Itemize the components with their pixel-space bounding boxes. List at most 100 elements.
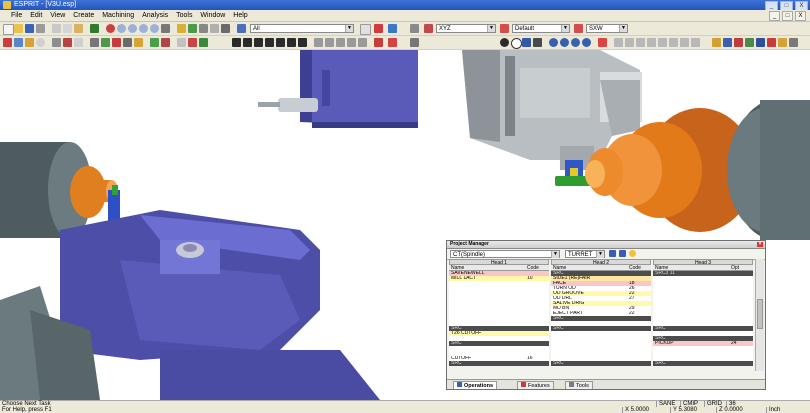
- view-custom-icon[interactable]: [598, 38, 607, 47]
- view-iso-icon[interactable]: [533, 38, 542, 47]
- filter-dimension-icon[interactable]: [691, 38, 700, 47]
- milling-icon[interactable]: [101, 38, 110, 47]
- zoom-window-icon[interactable]: [106, 24, 115, 33]
- step-back-icon[interactable]: [243, 38, 252, 47]
- menu-tools[interactable]: Tools: [173, 10, 195, 21]
- view-combo[interactable]: SXW ▼: [586, 24, 628, 33]
- layer-visibility-icon[interactable]: [388, 24, 397, 33]
- zoom-fit-icon[interactable]: [139, 24, 148, 33]
- open-folder-icon[interactable]: [14, 24, 23, 33]
- shade-mode-icon[interactable]: [410, 38, 419, 47]
- zoom-out-icon[interactable]: [128, 24, 137, 33]
- operation-name-cell[interactable]: SRC: [653, 361, 729, 366]
- doc-close-button[interactable]: X: [795, 11, 806, 21]
- print-icon[interactable]: [36, 24, 45, 33]
- operation-name-cell[interactable]: SRC: [551, 361, 627, 366]
- copy-icon[interactable]: [63, 24, 72, 33]
- properties-icon[interactable]: [734, 38, 743, 47]
- view-side-icon[interactable]: [522, 38, 531, 47]
- tab-operations[interactable]: Operations: [453, 381, 498, 389]
- view-bottom-icon[interactable]: [560, 38, 569, 47]
- menu-file[interactable]: File: [8, 10, 25, 21]
- fixture-icon[interactable]: [778, 38, 787, 47]
- menu-view[interactable]: View: [47, 10, 68, 21]
- tab-features[interactable]: Features: [517, 381, 554, 389]
- line-icon[interactable]: [14, 38, 23, 47]
- chevron-down-icon[interactable]: ▼: [551, 251, 559, 258]
- menu-create[interactable]: Create: [70, 10, 97, 21]
- stock-icon[interactable]: [756, 38, 765, 47]
- chevron-down-icon[interactable]: ▼: [619, 25, 627, 32]
- shade-icon[interactable]: [177, 24, 186, 33]
- filter-feature-icon[interactable]: [658, 38, 667, 47]
- pocket-icon[interactable]: [63, 38, 72, 47]
- menu-analysis[interactable]: Analysis: [139, 10, 171, 21]
- setup-icon[interactable]: [199, 38, 208, 47]
- pause-icon[interactable]: [254, 38, 263, 47]
- operation-name-cell[interactable]: SRC: [449, 361, 525, 366]
- chevron-down-icon[interactable]: ▼: [345, 25, 353, 32]
- sim-stock-icon[interactable]: [347, 38, 356, 47]
- circle-icon[interactable]: [36, 38, 45, 47]
- arc-icon[interactable]: [25, 38, 34, 47]
- spindle-combo[interactable]: CT(Spindle) ▼: [450, 250, 560, 258]
- view-back-icon[interactable]: [549, 38, 558, 47]
- scrollbar[interactable]: [755, 259, 764, 371]
- operation-icon[interactable]: [712, 38, 721, 47]
- filter-arc-icon[interactable]: [636, 38, 645, 47]
- part-icon[interactable]: [767, 38, 776, 47]
- warning-icon[interactable]: [629, 250, 636, 257]
- sim-tool-icon[interactable]: [336, 38, 345, 47]
- point-icon[interactable]: [3, 38, 12, 47]
- pan-icon[interactable]: [161, 24, 170, 33]
- menu-window[interactable]: Window: [197, 10, 228, 21]
- chevron-down-icon[interactable]: ▼: [561, 25, 569, 32]
- view-front-icon[interactable]: [511, 38, 522, 49]
- chevron-down-icon[interactable]: ▼: [487, 25, 495, 32]
- view-icon[interactable]: [574, 24, 583, 33]
- view-top-icon[interactable]: [500, 38, 509, 47]
- stop-icon[interactable]: [298, 38, 307, 47]
- sim-options-icon[interactable]: [325, 38, 334, 47]
- macro-icon[interactable]: [789, 38, 798, 47]
- operation-code-cell[interactable]: [627, 361, 651, 366]
- plane-combo[interactable]: XYZ ▼: [436, 24, 496, 33]
- solid-icon[interactable]: [134, 38, 143, 47]
- feature-icon[interactable]: [52, 38, 61, 47]
- layer-color-icon[interactable]: [374, 24, 383, 33]
- turning-icon[interactable]: [90, 38, 99, 47]
- hole-icon[interactable]: [74, 38, 83, 47]
- layer-combo[interactable]: All ▼: [250, 24, 354, 33]
- sim-speed-icon[interactable]: [314, 38, 323, 47]
- view-left-icon[interactable]: [571, 38, 580, 47]
- save-icon[interactable]: [25, 24, 34, 33]
- fast-forward-icon[interactable]: [287, 38, 296, 47]
- cut-icon[interactable]: [52, 24, 61, 33]
- zoom-in-icon[interactable]: [117, 24, 126, 33]
- new-file-icon[interactable]: [3, 24, 14, 35]
- menu-help[interactable]: Help: [230, 10, 250, 21]
- sync-icon[interactable]: [609, 250, 616, 257]
- filter-line-icon[interactable]: [625, 38, 634, 47]
- style-icon[interactable]: [500, 24, 509, 33]
- graphics-viewport[interactable]: Project Manager × CT(Spindle) ▼ TURRET ▼…: [0, 50, 810, 400]
- wire-icon[interactable]: [123, 38, 132, 47]
- menu-machining[interactable]: Machining: [99, 10, 137, 21]
- verify-icon[interactable]: [161, 38, 170, 47]
- layer-settings-icon[interactable]: [360, 24, 371, 35]
- view-right-icon[interactable]: [582, 38, 591, 47]
- sim-record-icon[interactable]: [374, 38, 383, 47]
- filter-point-icon[interactable]: [614, 38, 623, 47]
- rewind-icon[interactable]: [232, 38, 241, 47]
- edges-icon[interactable]: [210, 24, 219, 33]
- lines-icon[interactable]: [221, 24, 230, 33]
- menu-edit[interactable]: Edit: [27, 10, 45, 21]
- style-combo[interactable]: Default ▼: [512, 24, 570, 33]
- operation-code-cell[interactable]: [729, 361, 753, 366]
- align-icon[interactable]: [619, 250, 626, 257]
- tab-tools[interactable]: Tools: [565, 381, 593, 389]
- scrollbar-thumb[interactable]: [757, 299, 763, 329]
- coordinate-icon[interactable]: [424, 24, 433, 33]
- project-manager-icon[interactable]: [723, 38, 732, 47]
- undo-icon[interactable]: [90, 24, 99, 33]
